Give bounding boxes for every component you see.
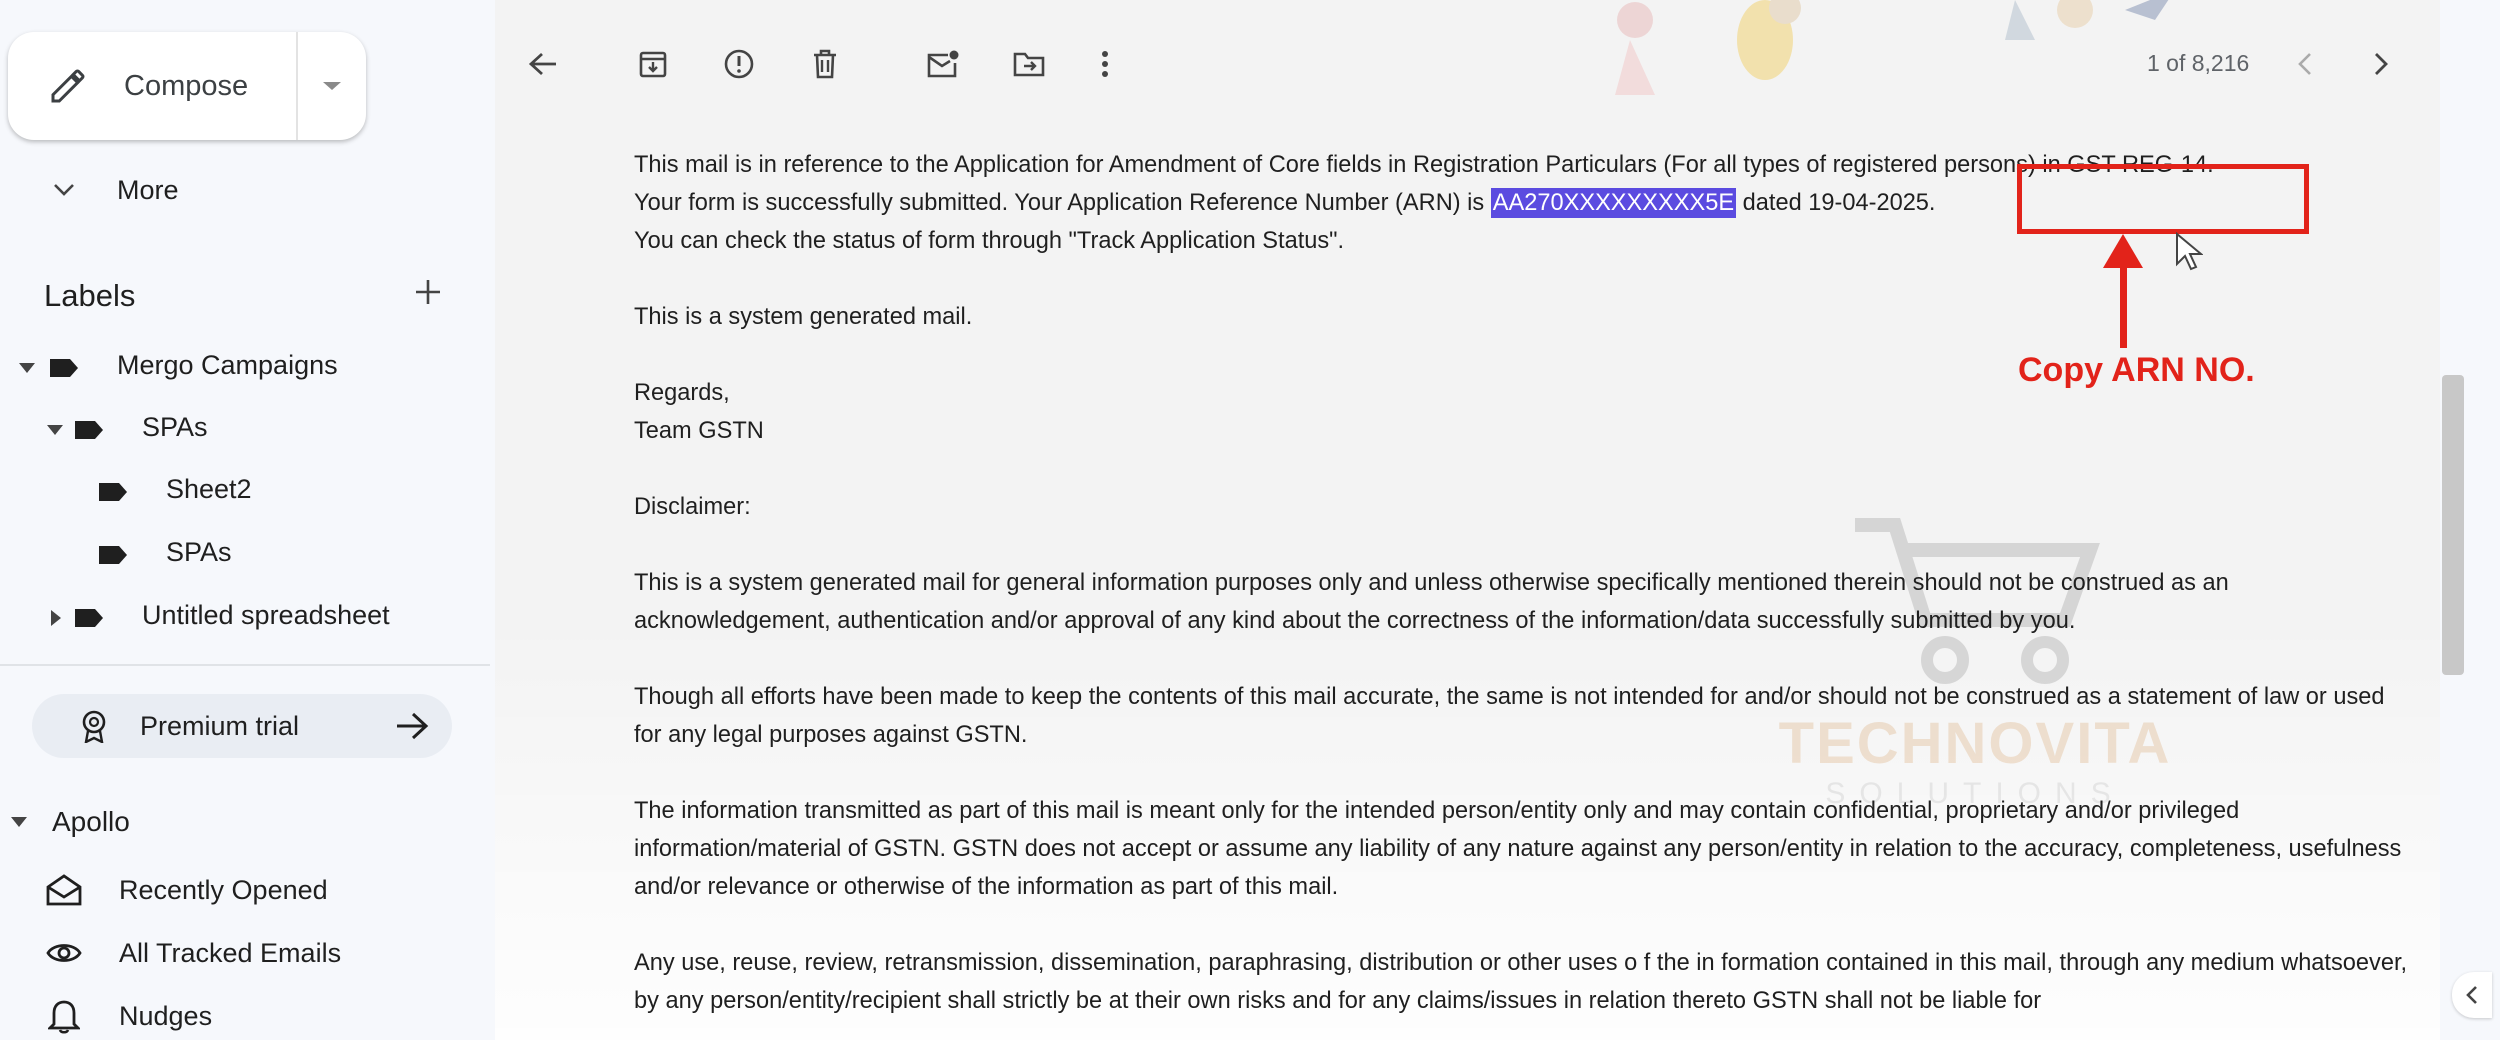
arn-highlight-box — [2017, 164, 2309, 234]
toolbar: 1 of 8,216 — [495, 0, 2440, 128]
award-icon — [74, 706, 114, 746]
label-tag-icon — [50, 359, 78, 377]
email-text: This mail is in reference to the Applica… — [634, 152, 2214, 178]
apollo-item-nudges[interactable]: Nudges — [44, 996, 212, 1036]
apollo-item-recently-opened[interactable]: Recently Opened — [44, 870, 328, 910]
email-paragraph: Disclaimer: — [634, 494, 751, 520]
compose-dropdown-icon[interactable] — [298, 80, 366, 92]
chevron-down-icon — [44, 170, 84, 210]
more-label: More — [117, 174, 179, 205]
apollo-heading: Apollo — [52, 806, 130, 837]
mark-unread-icon[interactable] — [923, 44, 963, 84]
email-text: Regards, — [634, 380, 730, 406]
email-text: You can check the status of form through… — [634, 228, 1345, 254]
email-paragraph: This is a system generated mail. — [634, 304, 973, 330]
label-tag-icon — [75, 421, 103, 439]
more-options-icon[interactable] — [1085, 44, 1125, 84]
email-paragraph: Any use, reuse, review, retransmission, … — [634, 950, 2408, 1014]
label-name: SPAs — [166, 537, 232, 567]
delete-icon[interactable] — [805, 44, 845, 84]
add-label-icon[interactable] — [408, 272, 448, 312]
label-name: Untitled spreadsheet — [142, 600, 390, 630]
email-text: Team GSTN — [634, 418, 764, 444]
email-paragraph: This is a system generated mail for gene… — [634, 570, 2229, 634]
compose-button[interactable]: Compose — [8, 32, 366, 140]
apollo-item-all-tracked-emails[interactable]: All Tracked Emails — [44, 933, 341, 973]
apollo-expand-arrow-icon[interactable] — [10, 816, 28, 828]
next-icon[interactable] — [2361, 44, 2401, 84]
expand-arrow-icon[interactable] — [46, 424, 64, 436]
mouse-cursor-icon — [2176, 232, 2203, 271]
label-name: SPAs — [142, 412, 208, 442]
envelope-open-icon — [44, 870, 84, 910]
label-name: Sheet2 — [166, 474, 252, 504]
apollo-item-label: All Tracked Emails — [119, 937, 342, 968]
sidebar: Compose More Labels Mergo Campaigns SPAs… — [0, 0, 495, 1040]
compose-label: Compose — [124, 69, 249, 102]
apollo-item-label: Recently Opened — [119, 874, 328, 905]
collapsed-arrow-icon[interactable] — [50, 609, 62, 627]
archive-icon[interactable] — [633, 44, 673, 84]
arn-number-highlighted[interactable]: AA270XXXXXXXXX5E — [1490, 188, 1737, 218]
more-toggle[interactable]: More — [44, 170, 179, 210]
apollo-item-label: Nudges — [119, 1000, 213, 1031]
label-tag-icon — [99, 546, 127, 564]
back-arrow-icon[interactable] — [523, 44, 563, 84]
side-panel-toggle[interactable] — [2452, 972, 2492, 1018]
email-body: This mail is in reference to the Applica… — [634, 146, 2414, 1020]
pagination-counter: 1 of 8,216 — [2147, 50, 2250, 76]
pencil-icon — [38, 56, 98, 116]
bell-icon — [44, 996, 84, 1036]
label-tag-icon — [99, 483, 127, 501]
arrow-right-icon — [392, 706, 432, 746]
report-spam-icon[interactable] — [719, 44, 759, 84]
email-text: dated 19-04-2025. — [1736, 190, 1936, 216]
label-tag-icon — [75, 609, 103, 627]
annotation-arrow-shaft — [2120, 262, 2127, 348]
copy-arn-annotation: Copy ARN NO. — [2018, 351, 2255, 389]
move-to-icon[interactable] — [1009, 44, 1049, 84]
prev-icon[interactable] — [2285, 44, 2325, 84]
sidebar-divider — [0, 664, 490, 666]
eye-icon — [44, 933, 84, 973]
email-text: Your form is successfully submitted. You… — [634, 190, 1491, 216]
email-paragraph: The information transmitted as part of t… — [634, 798, 2402, 900]
scrollbar-thumb[interactable] — [2442, 375, 2464, 675]
premium-trial-button[interactable]: Premium trial — [32, 694, 452, 758]
labels-heading: Labels — [44, 278, 136, 313]
email-view: 1 of 8,216 TECHNOVITA SOLUTIONS This mai… — [495, 0, 2440, 1040]
email-paragraph: Though all efforts have been made to kee… — [634, 684, 2385, 748]
expand-arrow-icon[interactable] — [18, 362, 36, 374]
premium-trial-label: Premium trial — [140, 710, 300, 741]
label-name: Mergo Campaigns — [117, 350, 338, 380]
chevron-left-icon — [2466, 986, 2477, 1004]
